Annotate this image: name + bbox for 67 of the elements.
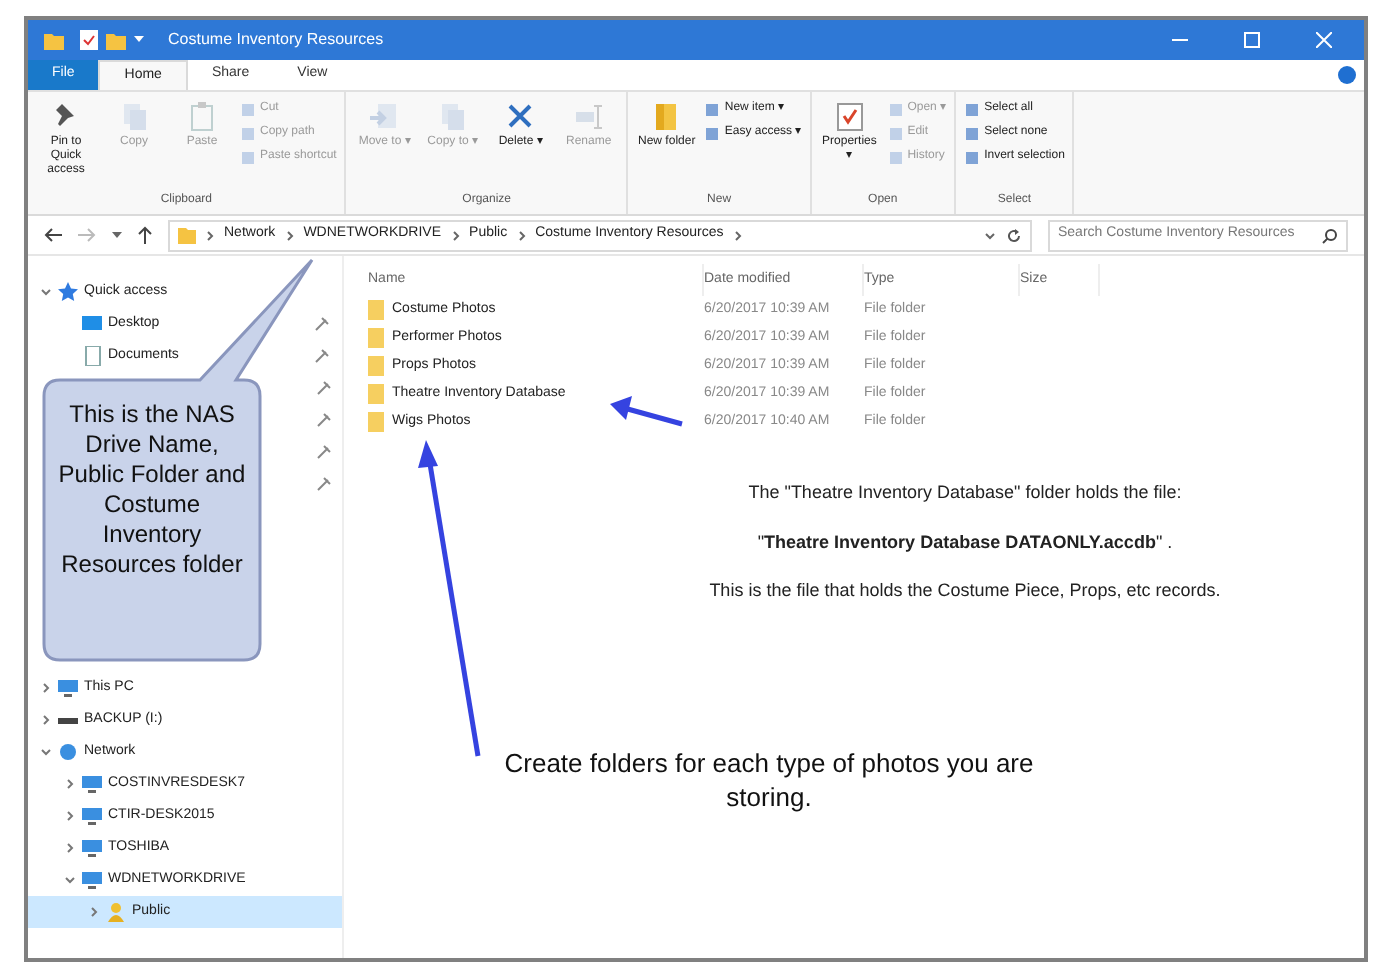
annotation-text: "Theatre Inventory Database DATAONLY.accdb" . xyxy=(755,529,1175,556)
small-square-icon xyxy=(887,125,904,141)
move-icon xyxy=(368,100,401,132)
refresh-icon[interactable] xyxy=(1006,227,1022,243)
small-square-icon xyxy=(240,125,256,141)
delete-icon xyxy=(504,100,537,132)
search-icon xyxy=(1322,227,1338,243)
small-square-icon xyxy=(240,149,256,165)
folder-icon xyxy=(178,226,196,244)
small-square-icon xyxy=(704,125,721,141)
chevron-icon xyxy=(517,229,526,241)
monitor-icon xyxy=(82,838,102,858)
small-square-icon xyxy=(964,101,981,117)
expand-chevron-icon[interactable] xyxy=(64,842,76,854)
annotation-text: Create folders for each type of photos you are storing. xyxy=(502,746,1036,814)
chevron-icon xyxy=(206,229,214,241)
pin-icon xyxy=(316,380,332,396)
small-square-icon xyxy=(887,149,904,165)
dropdown-chevron-icon[interactable] xyxy=(984,231,996,239)
rename-icon xyxy=(572,100,605,132)
small-square-icon xyxy=(240,101,256,117)
collapse-chevron-icon[interactable] xyxy=(64,874,76,886)
small-square-icon xyxy=(887,101,904,117)
copy-icon xyxy=(436,100,469,132)
caret-icon[interactable] xyxy=(112,231,122,239)
new-folder-icon[interactable] xyxy=(106,31,126,49)
chevron-icon xyxy=(451,229,460,241)
star-icon xyxy=(58,282,78,302)
window-title: Costume Inventory Resources xyxy=(168,28,384,52)
desktop-icon xyxy=(82,314,102,334)
pin-icon xyxy=(316,476,332,492)
network-icon xyxy=(58,742,78,762)
collapse-chevron-icon[interactable] xyxy=(40,746,52,758)
chevron-icon xyxy=(733,229,742,241)
annotation-text: This is the file that holds the Costume Piece, Props, etc records. xyxy=(707,578,1223,604)
monitor-icon xyxy=(82,774,102,794)
small-square-icon xyxy=(964,125,981,141)
small-square-icon xyxy=(964,149,981,165)
close-icon[interactable] xyxy=(1316,32,1332,48)
small-square-icon xyxy=(704,101,721,117)
pin-icon xyxy=(316,444,332,460)
expand-chevron-icon[interactable] xyxy=(40,714,52,726)
help-icon[interactable] xyxy=(1338,66,1356,84)
clipboard-icon xyxy=(186,100,218,132)
caret-icon[interactable] xyxy=(134,36,144,44)
annotation-text: The "Theatre Inventory Database" folder holds the file: xyxy=(746,480,1184,506)
document-icon xyxy=(82,346,102,366)
folder-icon xyxy=(44,31,64,49)
copy-icon xyxy=(118,100,150,132)
expand-chevron-icon[interactable] xyxy=(88,906,100,918)
expand-chevron-icon[interactable] xyxy=(64,810,76,822)
arrow xyxy=(610,396,683,427)
monitor-icon xyxy=(82,870,102,890)
properties-icon xyxy=(833,100,866,132)
back-arrow-icon[interactable] xyxy=(44,228,62,242)
monitor-icon xyxy=(82,806,102,826)
collapse-chevron-icon[interactable] xyxy=(40,286,52,298)
properties-icon[interactable] xyxy=(80,30,98,50)
monitor-icon xyxy=(58,678,78,698)
pin-icon xyxy=(316,412,332,428)
expand-chevron-icon[interactable] xyxy=(64,778,76,790)
expand-chevron-icon[interactable] xyxy=(40,682,52,694)
callout-text: This is the NAS Drive Name, Public Folder and Costume Inventory Resources folder xyxy=(56,400,248,580)
up-arrow-icon[interactable] xyxy=(138,226,152,244)
chevron-icon xyxy=(285,229,294,241)
maximize-icon[interactable] xyxy=(1244,32,1260,48)
user-folder-icon xyxy=(106,902,126,922)
